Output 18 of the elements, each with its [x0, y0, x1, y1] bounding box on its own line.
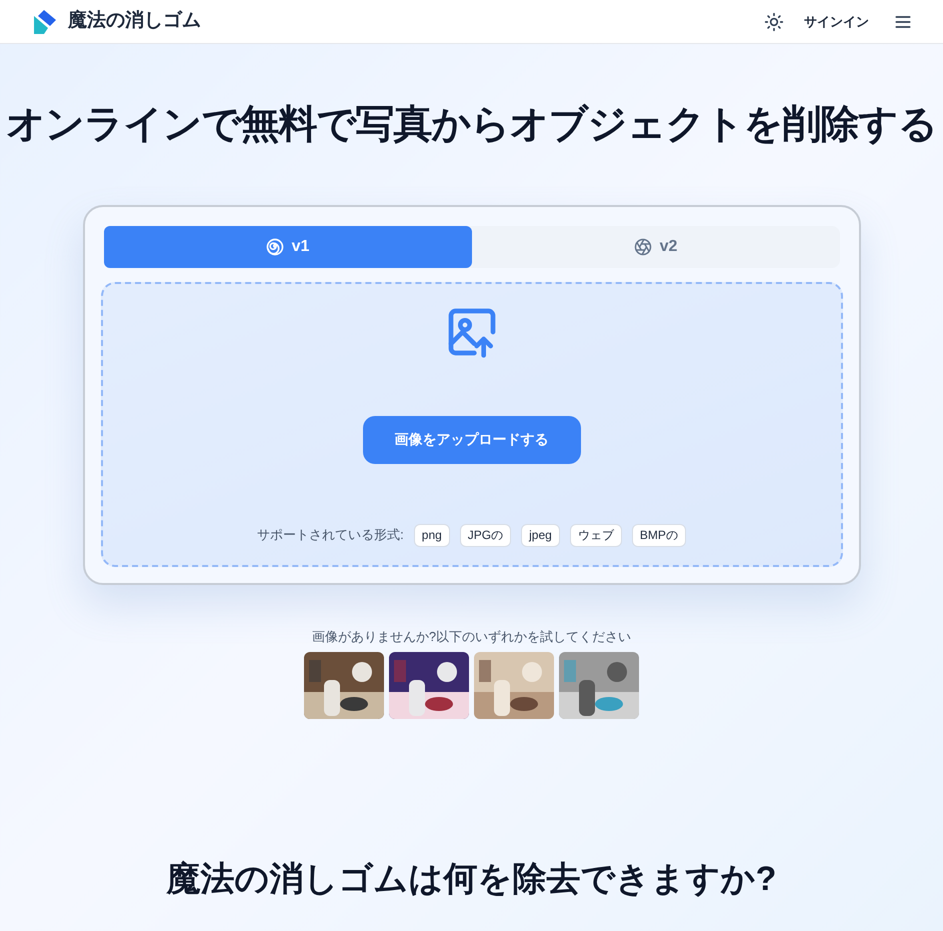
format-tag: png: [414, 524, 450, 546]
spiral-icon: [266, 238, 284, 256]
sign-in-link[interactable]: サインイン: [804, 12, 869, 32]
version-tab[interactable]: v2: [472, 226, 840, 268]
format-tag: jpeg: [521, 524, 560, 546]
section-title: 魔法の消しゴムは何を除去できますか?: [165, 859, 778, 900]
page-title: オンラインで無料で写真からオブジェクトを削除する: [5, 102, 938, 148]
format-tag: BMPの: [632, 524, 686, 546]
brand-name: 魔法の消しゴム: [68, 8, 201, 34]
format-tag: JPGの: [460, 524, 512, 546]
format-tag: ウェブ: [570, 524, 622, 546]
theme-toggle-icon[interactable]: [764, 12, 784, 32]
formats-label: サポートされている形式:: [257, 526, 404, 544]
version-tab[interactable]: v1: [104, 226, 472, 268]
upload-button[interactable]: 画像をアップロードする: [362, 416, 580, 464]
drop-zone[interactable]: 画像をアップロードする サポートされている形式: png JPGの jpeg ウェブ BMPの: [100, 282, 842, 566]
sample-prompt: 画像がありませんか?以下のいずれかを試してください: [310, 628, 632, 646]
aperture-icon: [634, 238, 652, 256]
